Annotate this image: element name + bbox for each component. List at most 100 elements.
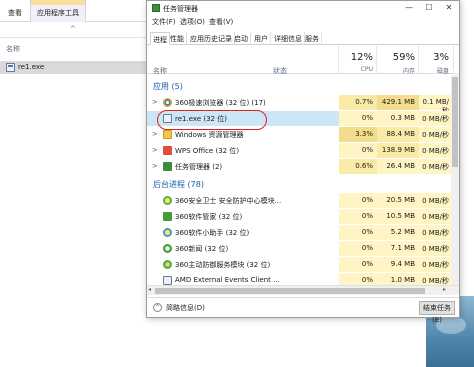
- column-name-label[interactable]: 名称: [6, 44, 20, 54]
- column-cpu[interactable]: CPU: [339, 66, 373, 73]
- tab-processes[interactable]: 进程: [150, 32, 170, 45]
- chevron-right-icon[interactable]: >: [152, 130, 158, 138]
- task-manager-icon: [152, 4, 160, 12]
- process-name: WPS Office (32 位): [175, 147, 240, 155]
- column-divider: [376, 46, 377, 74]
- horizontal-scroll-thumb[interactable]: [155, 288, 425, 294]
- process-list: 应用 (5) > 360极速浏览器 (32 位) (17) 0.7% 429.1…: [147, 75, 459, 285]
- cpu-value: 3.3%: [339, 127, 377, 142]
- vertical-scrollbar[interactable]: [451, 75, 459, 285]
- scroll-left-arrow-icon[interactable]: ◂: [148, 286, 151, 293]
- window-title: 任务管理器: [163, 5, 198, 13]
- disk-total[interactable]: 3%: [419, 52, 449, 63]
- cpu-value: 0%: [339, 143, 377, 158]
- scroll-right-arrow-icon[interactable]: ▸: [443, 286, 446, 293]
- chevron-right-icon[interactable]: >: [152, 162, 158, 170]
- cpu-value: 0.6%: [339, 159, 377, 174]
- process-row[interactable]: 360安全卫士 安全防护中心模块... 0% 20.5 MB 0 MB/秒 0: [147, 193, 459, 208]
- menu-options[interactable]: 选项(O): [180, 17, 205, 27]
- chevron-right-icon[interactable]: >: [152, 98, 158, 106]
- memory-value: 88.4 MB: [377, 127, 419, 142]
- process-row[interactable]: 360软件管家 (32 位) 0% 10.5 MB 0 MB/秒 0: [147, 209, 459, 224]
- close-button[interactable]: ✕: [439, 1, 459, 15]
- process-name: 360软件小助手 (32 位): [175, 229, 250, 237]
- exe-file-icon: [6, 63, 15, 72]
- file-explorer-window: 查看 应用程序工具 ^ 名称 re1.exe: [0, 0, 150, 367]
- cpu-value: 0%: [339, 273, 377, 285]
- disk-value: 0 MB/秒: [419, 193, 453, 208]
- end-task-button[interactable]: 结束任务(E): [419, 301, 455, 324]
- file-row-re1[interactable]: re1.exe: [0, 61, 150, 74]
- ribbon-tab-view[interactable]: 查看: [8, 8, 22, 18]
- process-name: AMD External Events Client ...: [175, 276, 280, 284]
- process-row[interactable]: > WPS Office (32 位) 0% 138.9 MB 0 MB/秒 0: [147, 143, 459, 158]
- menu-file[interactable]: 文件(F): [152, 17, 176, 27]
- tab-strip: 进程 性能 应用历史记录 启动 用户 详细信息 服务: [147, 31, 459, 45]
- chevron-up-circle-icon[interactable]: ^: [153, 303, 162, 312]
- memory-total[interactable]: 59%: [377, 52, 415, 63]
- highlight-circle-annotation: [157, 110, 267, 130]
- wps-icon: [163, 146, 172, 155]
- process-column-header: 名称 状态 12% CPU 59% 内存 3% 磁盘: [147, 46, 459, 75]
- explorer-address-bar[interactable]: ^: [0, 22, 150, 38]
- tab-app-history[interactable]: 应用历史记录: [188, 32, 235, 45]
- chevron-up-icon[interactable]: ^: [70, 25, 76, 33]
- menu-view[interactable]: 查看(V): [209, 17, 233, 27]
- disk-value: 0 MB/秒: [419, 143, 453, 158]
- cpu-value: 0%: [339, 209, 377, 224]
- process-row[interactable]: AMD External Events Client ... 0% 1.0 MB…: [147, 273, 459, 285]
- ribbon-tab-app-tools[interactable]: 应用程序工具: [37, 8, 79, 18]
- task-manager-window: 任务管理器 — ☐ ✕ 文件(F) 选项(O) 查看(V) 进程 性能 应用历史…: [146, 0, 460, 324]
- process-row[interactable]: 360新闻 (32 位) 0% 7.1 MB 0 MB/秒 0: [147, 241, 459, 256]
- column-memory[interactable]: 内存: [377, 66, 415, 75]
- memory-value: 26.4 MB: [377, 159, 419, 174]
- disk-value: 0 MB/秒: [419, 111, 453, 126]
- vertical-scroll-thumb[interactable]: [452, 77, 458, 167]
- disk-value: 0.1 MB/秒: [419, 95, 453, 115]
- cpu-value: 0%: [339, 257, 377, 272]
- column-disk[interactable]: 磁盘: [419, 66, 449, 75]
- 360-helper-icon: [163, 228, 172, 237]
- tab-users[interactable]: 用户: [252, 32, 271, 45]
- tab-startup[interactable]: 启动: [232, 32, 251, 45]
- process-row[interactable]: 360主动防御服务模块 (32 位) 0% 9.4 MB 0 MB/秒 0: [147, 257, 459, 272]
- process-name: 360软件管家 (32 位): [175, 213, 243, 221]
- cpu-value: 0%: [339, 193, 377, 208]
- title-bar[interactable]: 任务管理器 — ☐ ✕: [147, 1, 459, 15]
- disk-value: 0 MB/秒: [419, 241, 453, 256]
- process-name: 360极速浏览器 (32 位) (17): [175, 99, 266, 107]
- maximize-button[interactable]: ☐: [419, 1, 439, 15]
- memory-value: 9.4 MB: [377, 257, 419, 272]
- tab-services[interactable]: 服务: [303, 32, 322, 45]
- process-name: 任务管理器 (2): [175, 163, 223, 171]
- disk-value: 0 MB/秒: [419, 127, 453, 142]
- process-row[interactable]: > 任务管理器 (2) 0.6% 26.4 MB 0 MB/秒 0: [147, 159, 459, 174]
- memory-value: 1.0 MB: [377, 273, 419, 285]
- contextual-tab-highlight: [31, 0, 85, 5]
- minimize-button[interactable]: —: [399, 1, 419, 15]
- memory-value: 5.2 MB: [377, 225, 419, 240]
- less-details-link[interactable]: 简略信息(D): [166, 303, 205, 313]
- cpu-total[interactable]: 12%: [339, 52, 373, 63]
- process-row[interactable]: > 360极速浏览器 (32 位) (17) 0.7% 429.1 MB 0.1…: [147, 95, 459, 115]
- memory-value: 7.1 MB: [377, 241, 419, 256]
- disk-value: 0 MB/秒: [419, 225, 453, 240]
- chevron-right-icon[interactable]: >: [152, 146, 158, 154]
- process-name: Windows 资源管理器: [175, 131, 244, 139]
- tab-performance[interactable]: 性能: [168, 32, 187, 45]
- cpu-value: 0.7%: [339, 95, 377, 110]
- process-row[interactable]: 360软件小助手 (32 位) 0% 5.2 MB 0 MB/秒 0: [147, 225, 459, 240]
- disk-value: 0 MB/秒: [419, 159, 453, 174]
- tab-details[interactable]: 详细信息: [272, 32, 305, 45]
- 360-manager-icon: [163, 212, 172, 221]
- horizontal-scrollbar[interactable]: ◂ ▸: [147, 285, 459, 295]
- 360-browser-icon: [163, 98, 172, 107]
- disk-value: 0 MB/秒: [419, 273, 453, 285]
- explorer-column-header[interactable]: 名称: [0, 42, 150, 58]
- cpu-value: 0%: [339, 225, 377, 240]
- ribbon-tab-app-tools-area[interactable]: 应用程序工具: [30, 0, 86, 22]
- disk-value: 0 MB/秒: [419, 209, 453, 224]
- amd-icon: [163, 276, 172, 285]
- process-name: 360主动防御服务模块 (32 位): [175, 261, 271, 269]
- folder-icon: [163, 130, 172, 139]
